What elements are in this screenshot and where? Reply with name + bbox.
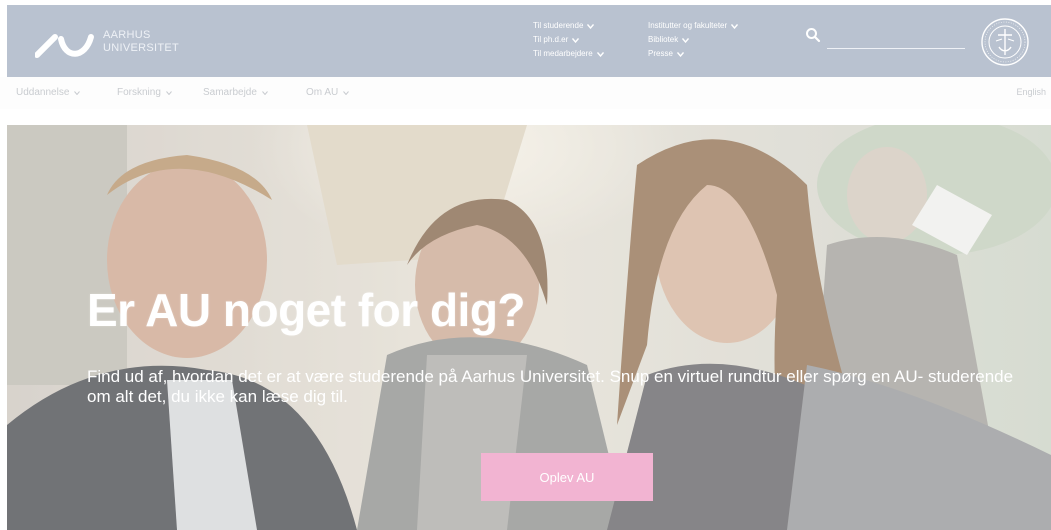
chevron-down-icon (343, 90, 350, 95)
nav-label: Forskning (117, 87, 161, 98)
chevron-down-icon (676, 51, 684, 57)
chevron-down-icon (731, 23, 739, 29)
chevron-down-icon (587, 23, 595, 29)
hero-banner: Er AU noget for dig? Find ud af, hvordan… (7, 125, 1051, 530)
link-til-studerende[interactable]: Til studerende (533, 19, 604, 33)
logo-wordmark[interactable]: AARHUS UNIVERSITET (103, 29, 179, 55)
link-institutter[interactable]: Institutter og fakulteter (648, 19, 739, 33)
nav-item-uddannelse[interactable]: Uddannelse (16, 87, 81, 98)
site-header: AARHUS UNIVERSITET Til studerende Til ph… (7, 5, 1051, 77)
header-links-column-2: Institutter og fakulteter Bibliotek Pres… (648, 19, 739, 61)
link-presse[interactable]: Presse (648, 47, 738, 61)
chevron-down-icon (262, 90, 268, 95)
link-bibliotek[interactable]: Bibliotek (648, 33, 738, 47)
link-label: Presse (648, 49, 673, 58)
logo-line-aarhus: AARHUS (103, 29, 151, 41)
link-til-medarbejdere[interactable]: Til medarbejdere (533, 47, 604, 61)
nav-item-forskning[interactable]: Forskning (117, 87, 172, 98)
nav-label: Samarbejde (203, 87, 257, 98)
chevron-down-icon (596, 51, 604, 57)
chevron-down-icon (572, 37, 580, 43)
link-label: Til studerende (533, 21, 584, 30)
nav-item-samarbejde[interactable]: Samarbejde (203, 87, 268, 98)
hero-title: Er AU noget for dig? (87, 284, 526, 336)
search-icon[interactable] (805, 27, 821, 43)
university-seal-icon (981, 18, 1029, 66)
nav-item-om-au[interactable]: Om AU (306, 87, 350, 98)
link-label: Til medarbejdere (533, 49, 593, 58)
chevron-down-icon (682, 37, 690, 43)
main-navigation: Uddannelse Forskning Samarbejde Om AU En… (0, 77, 1051, 109)
nav-label: Om AU (306, 87, 339, 98)
link-label: Bibliotek (648, 35, 679, 44)
link-label: Institutter og fakulteter (648, 21, 728, 30)
oplev-au-button[interactable]: Oplev AU (481, 453, 653, 501)
logo-line-universitet: UNIVERSITET (103, 42, 180, 54)
language-switch-english[interactable]: English (1016, 87, 1046, 97)
link-til-phd[interactable]: Til ph.d.er (533, 33, 604, 47)
hero-description: Find ud af, hvordan det er at være stude… (87, 367, 1014, 406)
chevron-down-icon (74, 90, 81, 95)
chevron-down-icon (166, 90, 172, 95)
nav-label: Uddannelse (16, 87, 70, 98)
search-input[interactable] (827, 25, 965, 49)
header-links-column-1: Til studerende Til ph.d.er Til medarbejd… (533, 19, 604, 61)
au-logo-icon[interactable] (35, 29, 97, 59)
link-label: Til ph.d.er (533, 35, 569, 44)
